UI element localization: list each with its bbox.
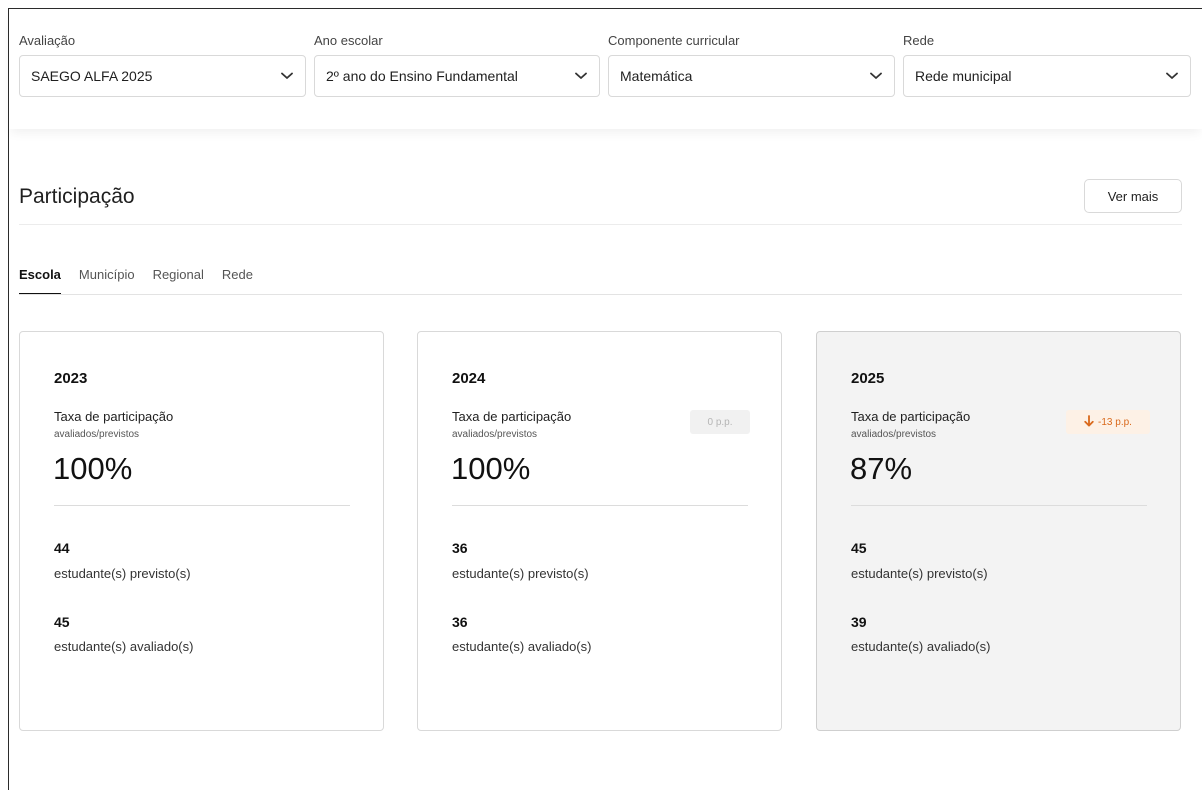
arrow-down-icon: [1084, 414, 1098, 430]
avaliados-label: estudante(s) avaliado(s): [54, 639, 194, 654]
filter-label: Rede: [903, 33, 935, 48]
chevron-down-icon: [573, 68, 589, 84]
previstos-label: estudante(s) previsto(s): [452, 566, 589, 581]
previstos-label: estudante(s) previsto(s): [54, 566, 191, 581]
select-value: SAEGO ALFA 2025: [31, 68, 153, 84]
divider: [54, 505, 350, 506]
chevron-down-icon: [868, 68, 884, 84]
avaliados-count: 45: [54, 614, 70, 630]
tab-rede[interactable]: Rede: [222, 266, 253, 294]
filter-label: Ano escolar: [314, 33, 383, 48]
avaliados-count: 39: [851, 614, 867, 630]
avaliados-label: estudante(s) avaliado(s): [851, 639, 991, 654]
filter-label: Componente curricular: [608, 33, 740, 48]
chevron-down-icon: [1164, 68, 1180, 84]
rate-sublabel: avaliados/previstos: [54, 429, 140, 440]
previstos-count: 36: [452, 540, 468, 556]
rate-label: Taxa de participação: [452, 409, 572, 424]
ver-mais-button[interactable]: Ver mais: [1084, 179, 1182, 213]
tab-escola[interactable]: Escola: [19, 266, 61, 295]
card-year: 2025: [851, 370, 885, 387]
variation-badge: -13 p.p.: [1066, 410, 1150, 434]
divider: [452, 505, 748, 506]
filter-avaliacao: Avaliação SAEGO ALFA 2025: [19, 33, 306, 97]
participation-rate: 100%: [451, 451, 531, 486]
divider: [19, 224, 1182, 225]
tab-regional[interactable]: Regional: [153, 266, 204, 294]
variation-value: -13 p.p.: [1098, 416, 1132, 428]
participation-card-2024[interactable]: 2024 Taxa de participação 0 p.p. avaliad…: [417, 331, 782, 731]
filter-label: Avaliação: [19, 33, 76, 48]
previstos-count: 45: [851, 540, 867, 556]
card-year: 2024: [452, 370, 486, 387]
filter-ano-escolar: Ano escolar 2º ano do Ensino Fundamental: [314, 33, 600, 97]
participation-card-2025[interactable]: 2025 Taxa de participação -13 p.p. avali…: [816, 331, 1181, 731]
chevron-down-icon: [279, 68, 295, 84]
variation-value: 0 p.p.: [707, 416, 733, 428]
scope-tabs: Escola Município Regional Rede: [19, 266, 271, 296]
rate-label: Taxa de participação: [851, 409, 971, 424]
select-value: Rede municipal: [915, 68, 1012, 84]
avaliados-count: 36: [452, 614, 468, 630]
tab-municipio[interactable]: Município: [79, 266, 135, 294]
participation-card-2023[interactable]: 2023 Taxa de participação avaliados/prev…: [19, 331, 384, 731]
card-year: 2023: [54, 370, 88, 387]
avaliacao-select[interactable]: SAEGO ALFA 2025: [19, 55, 306, 97]
filters-bar: Avaliação SAEGO ALFA 2025 Ano escolar 2º…: [9, 9, 1202, 129]
componente-curricular-select[interactable]: Matemática: [608, 55, 895, 97]
participation-rate: 87%: [850, 451, 913, 486]
divider: [851, 505, 1147, 506]
section-title: Participação: [19, 185, 135, 208]
rate-sublabel: avaliados/previstos: [452, 429, 538, 440]
select-value: 2º ano do Ensino Fundamental: [326, 68, 518, 84]
rate-label: Taxa de participação: [54, 409, 174, 424]
tabs-divider: [19, 294, 1182, 295]
select-value: Matemática: [620, 68, 693, 84]
variation-badge: 0 p.p.: [690, 410, 750, 434]
previstos-label: estudante(s) previsto(s): [851, 566, 988, 581]
filter-rede: Rede Rede municipal: [903, 33, 1191, 97]
participation-rate: 100%: [53, 451, 133, 486]
avaliados-label: estudante(s) avaliado(s): [452, 639, 592, 654]
rede-select[interactable]: Rede municipal: [903, 55, 1191, 97]
ano-escolar-select[interactable]: 2º ano do Ensino Fundamental: [314, 55, 600, 97]
previstos-count: 44: [54, 540, 70, 556]
rate-sublabel: avaliados/previstos: [851, 429, 937, 440]
filter-componente-curricular: Componente curricular Matemática: [608, 33, 895, 97]
